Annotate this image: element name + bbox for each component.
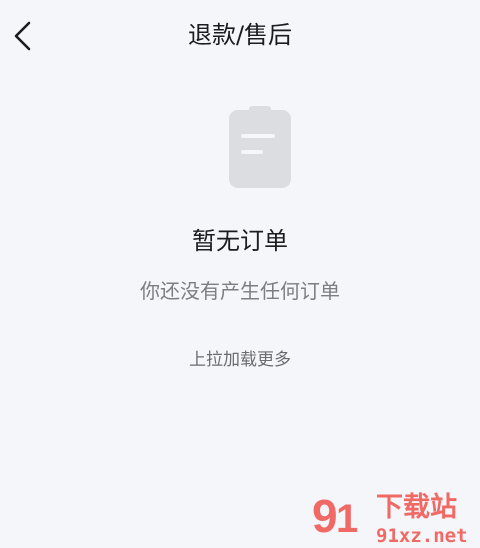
page-title: 退款/售后 <box>187 21 293 49</box>
svg-text:9: 9 <box>312 490 338 542</box>
empty-state-subtitle: 你还没有产生任何订单 <box>140 279 340 303</box>
header-bar: 退款/售后 <box>0 0 480 72</box>
watermark-cn-text: 下载站 <box>376 492 457 523</box>
load-more-hint[interactable]: 上拉加载更多 <box>0 347 480 373</box>
watermark-url-text: 91xz.net <box>376 525 468 547</box>
watermark-logo: 9 1 下载站 91xz.net <box>312 490 468 547</box>
svg-text:1: 1 <box>336 497 358 541</box>
empty-state-title: 暂无订单 <box>192 227 288 255</box>
clipboard-icon <box>229 106 291 188</box>
